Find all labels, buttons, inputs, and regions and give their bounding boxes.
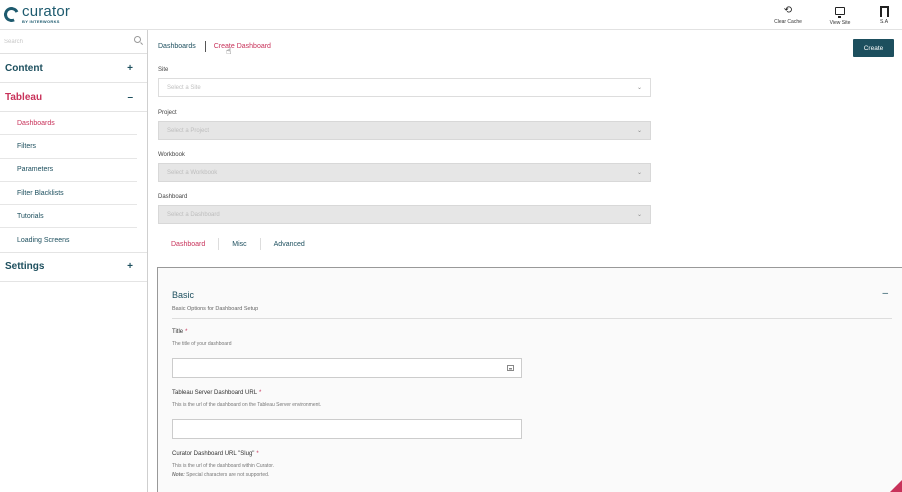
chevron-down-icon: ⌄	[636, 212, 642, 218]
sidebar-item-tutorials[interactable]: Tutorials	[0, 205, 137, 229]
sidebar-item-parameters[interactable]: Parameters	[0, 159, 137, 182]
collapse-icon: –	[127, 91, 133, 103]
dashboard-select-placeholder: Select a Dashboard	[167, 211, 220, 218]
breadcrumb: Dashboards Create Dashboard	[158, 41, 271, 52]
panel-subtitle: Basic Options for Dashboard Setup	[172, 306, 259, 312]
top-header: curator BY INTERWORKS ⟲ Clear Cache View…	[0, 0, 902, 30]
dashboard-select[interactable]: Select a Dashboard ⌄	[158, 205, 651, 224]
clear-cache-button[interactable]: ⟲ Clear Cache	[762, 0, 814, 30]
user-icon	[879, 5, 889, 17]
workbook-select-placeholder: Select a Workbook	[167, 169, 218, 176]
chevron-down-icon: ⌄	[636, 170, 642, 176]
curator-logo-icon	[1, 4, 22, 24]
site-select-placeholder: Select a Site	[167, 84, 201, 91]
sidebar-item-dashboards[interactable]: Dashboards	[0, 112, 137, 136]
server-url-input[interactable]	[172, 419, 522, 439]
server-url-field-help: This is the url of the dashboard on the …	[172, 402, 322, 408]
sidebar-item-filter-blacklists[interactable]: Filter Blacklists	[0, 182, 137, 206]
slug-label-text: Curator Dashboard URL "Slug"	[172, 451, 255, 457]
sidebar-item-loading-screens[interactable]: Loading Screens	[0, 228, 137, 251]
logo-name: curator	[22, 3, 71, 20]
search-input[interactable]	[4, 31, 124, 53]
sidebar: Content + Tableau – Dashboards Filters P…	[0, 30, 148, 492]
workbook-label: Workbook	[158, 152, 185, 158]
corner-accent	[890, 480, 902, 492]
sidebar-item-filters[interactable]: Filters	[0, 135, 137, 159]
tab-advanced[interactable]: Advanced	[261, 241, 318, 248]
breadcrumb-current: Create Dashboard	[213, 43, 271, 50]
breadcrumb-dashboards-link[interactable]: Dashboards	[158, 43, 196, 50]
nav-section-label: Content	[5, 62, 43, 74]
expand-icon: +	[127, 261, 133, 273]
refresh-icon: ⟲	[783, 5, 793, 16]
required-marker: *	[185, 329, 188, 335]
collapse-panel-button[interactable]: –	[882, 288, 888, 299]
project-label: Project	[158, 110, 177, 116]
create-button[interactable]: Create	[853, 39, 894, 57]
server-url-field-label: Tableau Server Dashboard URL *	[172, 390, 261, 396]
title-field-help: The title of your dashboard	[172, 341, 232, 347]
expand-icon: +	[127, 62, 133, 74]
panel-divider	[172, 318, 892, 319]
nav-section-label: Tableau	[5, 91, 43, 103]
slug-field-help: This is the url of the dashboard within …	[172, 463, 274, 469]
chevron-down-icon: ⌄	[636, 85, 642, 91]
form-tabs: Dashboard Misc Advanced	[158, 237, 318, 251]
server-url-label-text: Tableau Server Dashboard URL	[172, 390, 258, 396]
title-label-text: Title	[172, 329, 184, 335]
note-label: Note:	[172, 472, 185, 478]
chevron-down-icon: ⌄	[636, 128, 642, 134]
nav-section-tableau[interactable]: Tableau –	[0, 83, 147, 112]
required-marker: *	[259, 390, 262, 396]
workbook-select[interactable]: Select a Workbook ⌄	[158, 163, 651, 182]
main-content: Dashboards Create Dashboard Create Site …	[149, 30, 902, 492]
tab-misc[interactable]: Misc	[219, 241, 259, 248]
project-select-placeholder: Select a Project	[167, 127, 210, 134]
user-menu-button[interactable]: S.A	[866, 0, 902, 30]
logo-subtitle: BY INTERWORKS	[22, 19, 60, 24]
user-initials: S.A	[879, 18, 889, 25]
title-field-label: Title *	[172, 329, 187, 335]
basic-options-panel: Basic Basic Options for Dashboard Setup …	[157, 267, 902, 492]
view-site-label: View Site	[829, 19, 851, 26]
clear-cache-label: Clear Cache	[774, 19, 802, 25]
view-site-button[interactable]: View Site	[814, 0, 866, 30]
dashboard-label: Dashboard	[158, 194, 188, 200]
panel-title: Basic	[172, 290, 195, 300]
title-input[interactable]	[172, 358, 522, 378]
slug-field-label: Curator Dashboard URL "Slug" *	[172, 451, 259, 457]
nav-section-label: Settings	[5, 261, 45, 273]
monitor-icon	[835, 6, 845, 18]
sidebar-search	[0, 30, 147, 54]
site-select[interactable]: Select a Site ⌄	[158, 78, 651, 97]
note-text: Special characters are not supported.	[186, 472, 270, 478]
pointer-cursor-icon: ☝	[226, 46, 232, 56]
nav-section-settings[interactable]: Settings +	[0, 253, 147, 282]
breadcrumb-separator	[204, 41, 206, 52]
slug-field-note: Note: Special characters are not support…	[172, 472, 269, 478]
site-label: Site	[158, 67, 169, 73]
nav-section-content[interactable]: Content +	[0, 54, 147, 83]
project-select[interactable]: Select a Project ⌄	[158, 121, 651, 140]
text-field-icon	[507, 365, 514, 371]
search-icon[interactable]	[134, 36, 141, 43]
required-marker: *	[256, 451, 259, 457]
curator-logo[interactable]: curator BY INTERWORKS	[1, 3, 71, 24]
tableau-submenu: Dashboards Filters Parameters Filter Bla…	[0, 112, 147, 253]
tab-dashboard[interactable]: Dashboard	[158, 241, 218, 248]
